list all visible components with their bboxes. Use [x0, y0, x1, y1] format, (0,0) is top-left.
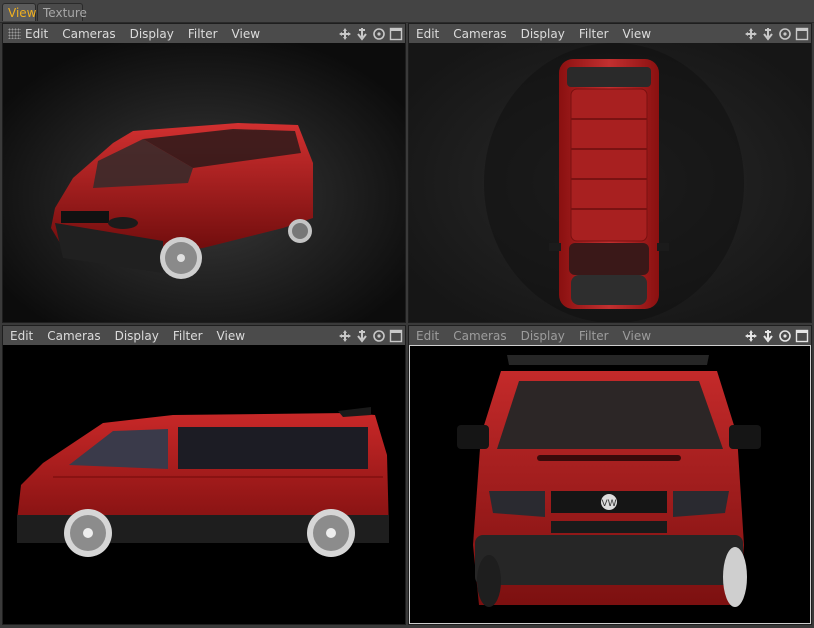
- viewport-canvas[interactable]: [3, 345, 405, 624]
- maximize-icon[interactable]: [795, 27, 809, 41]
- tab-bar: View Texture: [0, 0, 814, 23]
- menu-cameras[interactable]: Cameras: [47, 329, 100, 343]
- viewport-side[interactable]: Edit Cameras Display Filter View: [2, 325, 406, 625]
- menu-cameras[interactable]: Cameras: [62, 27, 115, 41]
- maximize-icon[interactable]: [389, 329, 403, 343]
- van-render-front: VW: [409, 345, 811, 624]
- menu-view[interactable]: View: [623, 329, 651, 343]
- menu-edit[interactable]: Edit: [416, 329, 439, 343]
- move-icon[interactable]: [338, 27, 352, 41]
- menu-display[interactable]: Display: [130, 27, 174, 41]
- van-render-top: [409, 43, 811, 322]
- van-render-perspective: [3, 43, 405, 322]
- maximize-icon[interactable]: [389, 27, 403, 41]
- rotate-icon[interactable]: [778, 329, 792, 343]
- van-render-side: [3, 345, 405, 624]
- svg-text:VW: VW: [601, 499, 616, 509]
- viewport-canvas[interactable]: VW: [409, 345, 811, 624]
- move-icon[interactable]: [744, 329, 758, 343]
- zoom-arrow-icon[interactable]: [761, 329, 775, 343]
- zoom-arrow-icon[interactable]: [355, 27, 369, 41]
- menu-cameras[interactable]: Cameras: [453, 329, 506, 343]
- menu-edit[interactable]: Edit: [10, 329, 33, 343]
- rotate-icon[interactable]: [372, 329, 386, 343]
- viewport-front[interactable]: Edit Cameras Display Filter View VW: [408, 325, 812, 625]
- menu-filter[interactable]: Filter: [173, 329, 203, 343]
- viewport-menubar: Edit Cameras Display Filter View: [409, 326, 811, 346]
- menu-view[interactable]: View: [232, 27, 260, 41]
- viewport-top[interactable]: Edit Cameras Display Filter View: [408, 23, 812, 323]
- menu-filter[interactable]: Filter: [579, 27, 609, 41]
- move-icon[interactable]: [338, 329, 352, 343]
- menu-display[interactable]: Display: [521, 27, 565, 41]
- menu-view[interactable]: View: [217, 329, 245, 343]
- viewport-perspective[interactable]: Edit Cameras Display Filter View: [2, 23, 406, 323]
- menu-filter[interactable]: Filter: [188, 27, 218, 41]
- menu-view[interactable]: View: [623, 27, 651, 41]
- rotate-icon[interactable]: [778, 27, 792, 41]
- menu-edit[interactable]: Edit: [25, 27, 48, 41]
- viewport-canvas[interactable]: [409, 43, 811, 322]
- menu-filter[interactable]: Filter: [579, 329, 609, 343]
- menu-display[interactable]: Display: [521, 329, 565, 343]
- zoom-arrow-icon[interactable]: [355, 329, 369, 343]
- menu-edit[interactable]: Edit: [416, 27, 439, 41]
- tab-texture[interactable]: Texture: [37, 3, 87, 21]
- viewport-canvas[interactable]: [3, 43, 405, 322]
- viewport-menubar: Edit Cameras Display Filter View: [409, 24, 811, 44]
- viewport-menubar: Edit Cameras Display Filter View: [3, 326, 405, 346]
- maximize-icon[interactable]: [795, 329, 809, 343]
- move-icon[interactable]: [744, 27, 758, 41]
- menu-cameras[interactable]: Cameras: [453, 27, 506, 41]
- grip-icon[interactable]: [8, 28, 21, 39]
- zoom-arrow-icon[interactable]: [761, 27, 775, 41]
- tab-view[interactable]: View: [2, 3, 36, 21]
- viewport-menubar: Edit Cameras Display Filter View: [3, 24, 405, 44]
- menu-display[interactable]: Display: [115, 329, 159, 343]
- rotate-icon[interactable]: [372, 27, 386, 41]
